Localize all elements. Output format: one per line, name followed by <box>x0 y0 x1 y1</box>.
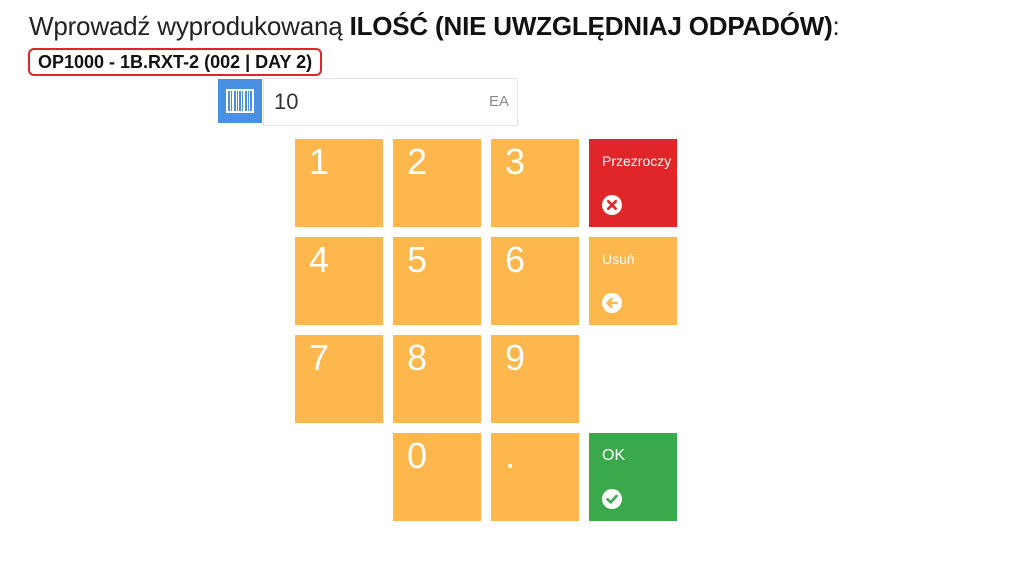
keypad-key-6[interactable]: 6 <box>491 237 579 325</box>
keypad-key-2[interactable]: 2 <box>393 139 481 227</box>
unit-label: EA <box>488 93 509 110</box>
delete-button[interactable]: Usuń <box>589 237 677 325</box>
keypad-key-0[interactable]: 0 <box>393 433 481 521</box>
keypad-key-9[interactable]: 9 <box>491 335 579 423</box>
check-circle-icon <box>602 489 622 509</box>
arrow-left-circle-icon <box>602 293 622 313</box>
delete-button-label: Usuń <box>602 251 635 267</box>
keypad-key-4[interactable]: 4 <box>295 237 383 325</box>
close-circle-icon <box>602 195 622 215</box>
clear-button[interactable]: Przezroczy <box>589 139 677 227</box>
barcode-icon <box>226 89 254 113</box>
barcode-scan-button[interactable] <box>218 79 262 123</box>
page-title: Wprowadź wyprodukowaną ILOŚĆ (NIE UWZGLĘ… <box>29 8 840 44</box>
quantity-entry-screen: Wprowadź wyprodukowaną ILOŚĆ (NIE UWZGLĘ… <box>0 0 1010 587</box>
keypad-key-1[interactable]: 1 <box>295 139 383 227</box>
title-prefix: Wprowadź wyprodukowaną <box>29 11 350 41</box>
clear-button-label: Przezroczy <box>602 153 672 169</box>
keypad-key-5[interactable]: 5 <box>393 237 481 325</box>
title-emphasis: ILOŚĆ (NIE UWZGLĘDNIAJ ODPADÓW) <box>349 11 833 41</box>
keypad-key-decimal[interactable]: . <box>491 433 579 521</box>
ok-button[interactable]: OK <box>589 433 677 521</box>
quantity-field: EA <box>263 78 518 126</box>
quantity-input[interactable] <box>274 87 474 117</box>
keypad-key-8[interactable]: 8 <box>393 335 481 423</box>
keypad-key-3[interactable]: 3 <box>491 139 579 227</box>
operation-badge: OP1000 - 1B.RXT-2 (002 | DAY 2) <box>28 48 323 76</box>
title-suffix: : <box>832 11 840 41</box>
keypad-key-7[interactable]: 7 <box>295 335 383 423</box>
ok-button-label: OK <box>602 447 626 464</box>
